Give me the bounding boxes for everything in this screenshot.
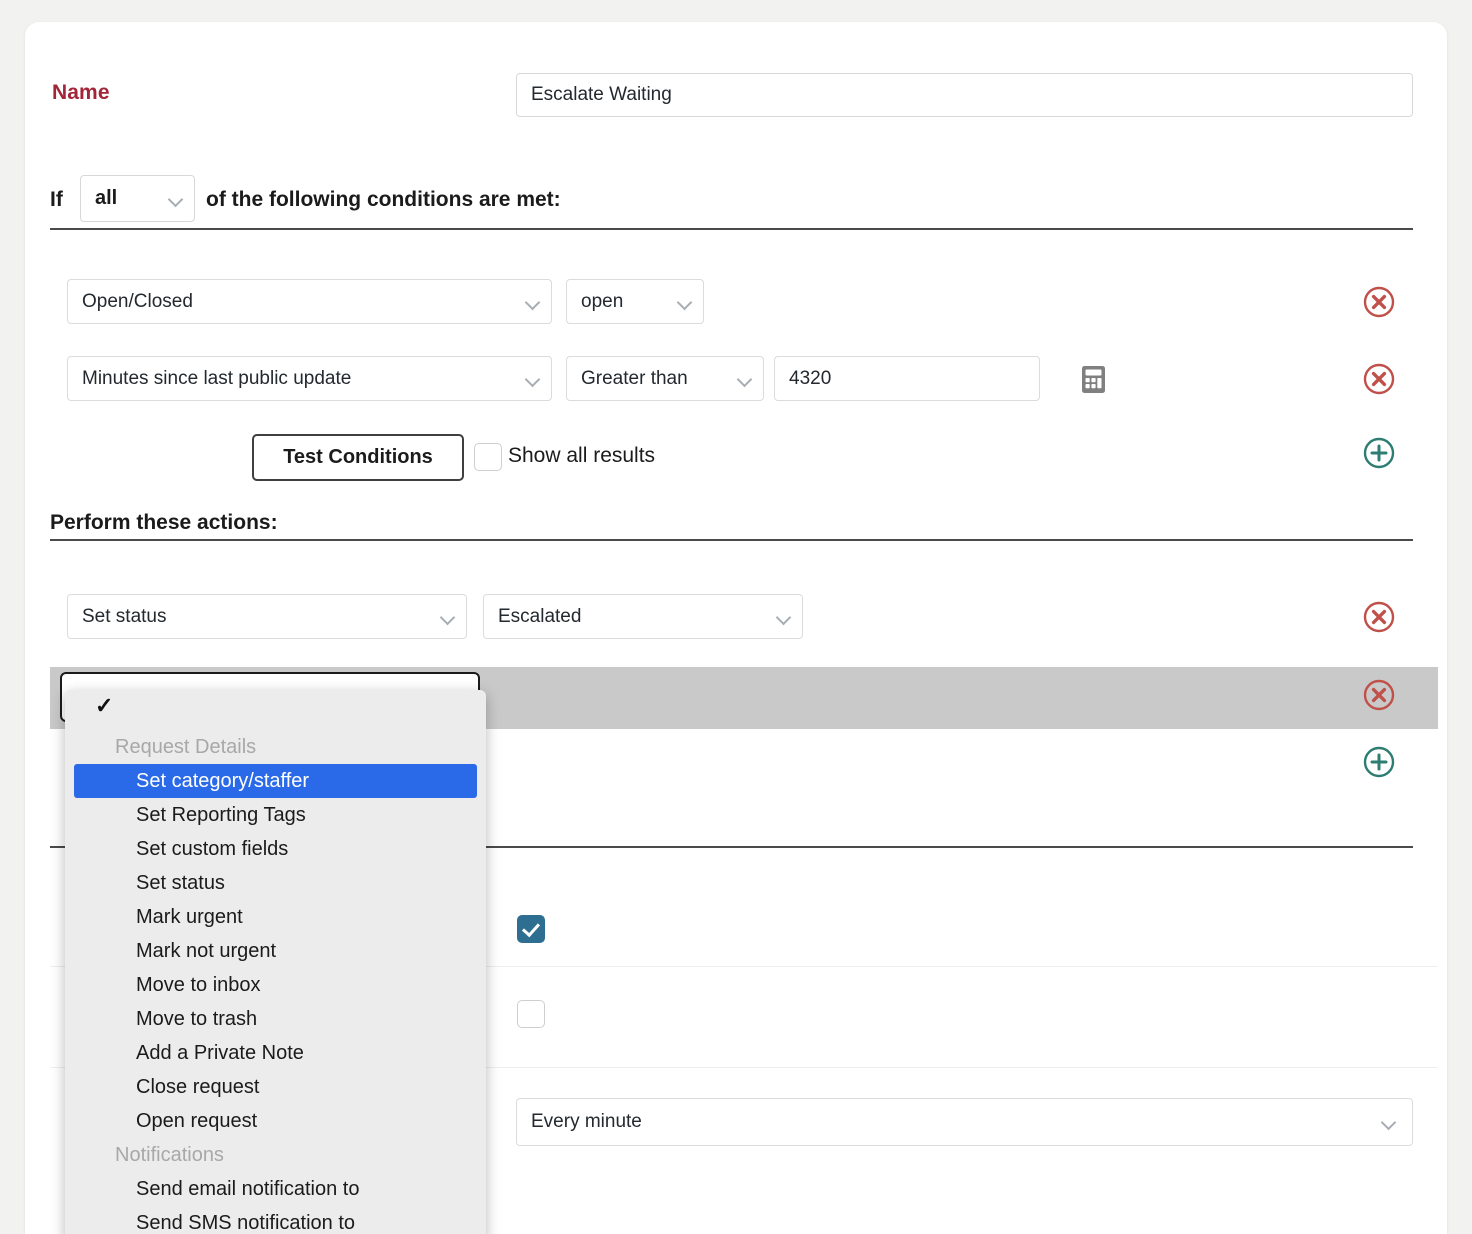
- chevron-down-icon: [526, 372, 540, 386]
- dropdown-item-open-request[interactable]: Open request: [65, 1104, 486, 1138]
- action-1-type-select[interactable]: Set status: [67, 594, 467, 639]
- frequency-select[interactable]: Every minute: [516, 1098, 1413, 1146]
- show-all-results-label: Show all results: [508, 444, 655, 468]
- condition-1-operator-value: open: [581, 291, 623, 313]
- rule-editor-card: Name If all of the following conditions …: [25, 22, 1447, 1234]
- actions-header: Perform these actions:: [50, 511, 278, 535]
- condition-2-field-value: Minutes since last public update: [82, 368, 351, 390]
- divider: [50, 228, 1413, 230]
- dropdown-item-move-to-trash[interactable]: Move to trash: [65, 1002, 486, 1036]
- condition-2-operator-value: Greater than: [581, 368, 688, 390]
- remove-condition-2-button[interactable]: [1362, 362, 1396, 396]
- dropdown-item-send-sms-notification-to[interactable]: Send SMS notification to: [65, 1206, 486, 1234]
- dropdown-item-set-custom-fields[interactable]: Set custom fields: [65, 832, 486, 866]
- condition-2-field-select[interactable]: Minutes since last public update: [67, 356, 552, 401]
- divider: [50, 539, 1413, 541]
- match-type-value: all: [95, 187, 117, 210]
- calculator-icon[interactable]: [1078, 364, 1109, 395]
- dropdown-item-move-to-inbox[interactable]: Move to inbox: [65, 968, 486, 1002]
- remove-action-1-button[interactable]: [1362, 600, 1396, 634]
- conditions-header-text: of the following conditions are met:: [206, 188, 561, 212]
- setting-2-checkbox[interactable]: [517, 1000, 545, 1028]
- remove-condition-1-button[interactable]: [1362, 285, 1396, 319]
- action-1-value-select[interactable]: Escalated: [483, 594, 803, 639]
- setting-1-checkbox[interactable]: [517, 915, 545, 943]
- frequency-value: Every minute: [531, 1111, 642, 1133]
- dropdown-item-set-reporting-tags[interactable]: Set Reporting Tags: [65, 798, 486, 832]
- action-1-value-value: Escalated: [498, 606, 581, 628]
- condition-1-operator-select[interactable]: open: [566, 279, 704, 324]
- chevron-down-icon: [526, 295, 540, 309]
- condition-1-field-value: Open/Closed: [82, 291, 193, 313]
- dropdown-item-set-status[interactable]: Set status: [65, 866, 486, 900]
- dropdown-item-mark-urgent[interactable]: Mark urgent: [65, 900, 486, 934]
- add-condition-button[interactable]: [1362, 436, 1396, 470]
- dropdown-checkmark-row[interactable]: [65, 690, 486, 730]
- dropdown-group-notifications: Notifications: [65, 1138, 486, 1172]
- action-type-dropdown-menu[interactable]: Request Details Set category/staffer Set…: [65, 690, 486, 1234]
- condition-2-value-input[interactable]: [774, 356, 1040, 401]
- chevron-down-icon: [1382, 1115, 1396, 1129]
- name-input[interactable]: [516, 73, 1413, 117]
- dropdown-item-set-category-staffer[interactable]: Set category/staffer: [74, 764, 477, 798]
- action-1-type-value: Set status: [82, 606, 167, 628]
- remove-action-2-button[interactable]: [1362, 678, 1396, 712]
- dropdown-item-close-request[interactable]: Close request: [65, 1070, 486, 1104]
- match-type-select[interactable]: all: [80, 175, 195, 222]
- dropdown-item-add-a-private-note[interactable]: Add a Private Note: [65, 1036, 486, 1070]
- dropdown-item-mark-not-urgent[interactable]: Mark not urgent: [65, 934, 486, 968]
- dropdown-item-send-email-notification-to[interactable]: Send email notification to: [65, 1172, 486, 1206]
- condition-2-operator-select[interactable]: Greater than: [566, 356, 764, 401]
- chevron-down-icon: [678, 295, 692, 309]
- chevron-down-icon: [441, 610, 455, 624]
- add-action-button[interactable]: [1362, 745, 1396, 779]
- test-conditions-button[interactable]: Test Conditions: [252, 434, 464, 481]
- chevron-down-icon: [738, 372, 752, 386]
- condition-1-field-select[interactable]: Open/Closed: [67, 279, 552, 324]
- screen: Name If all of the following conditions …: [0, 0, 1472, 1234]
- chevron-down-icon: [777, 610, 791, 624]
- name-label: Name: [52, 81, 110, 105]
- show-all-results-checkbox[interactable]: [474, 443, 502, 471]
- dropdown-group-request-details: Request Details: [65, 730, 486, 764]
- chevron-down-icon: [169, 192, 183, 206]
- if-label: If: [50, 188, 63, 212]
